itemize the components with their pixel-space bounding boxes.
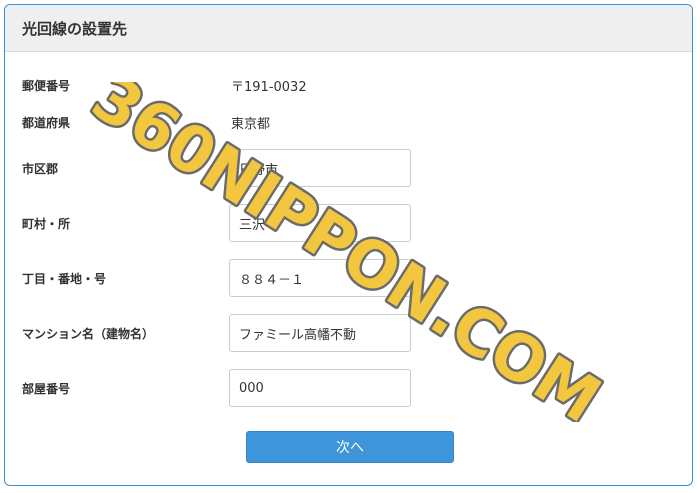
city-input[interactable]: [229, 149, 411, 187]
city-label: 市区郡: [22, 162, 59, 176]
next-button[interactable]: 次へ: [246, 431, 454, 463]
town-label: 町村・所: [22, 217, 71, 231]
postal-code-label: 郵便番号: [22, 79, 71, 93]
room-number-label: 部屋番号: [22, 382, 71, 396]
block-address-input[interactable]: [229, 259, 411, 297]
address-panel: 光回線の設置先 郵便番号 〒191-0032 都道府県 東京都 市区郡 町村・所…: [4, 4, 693, 486]
room-number-input[interactable]: [229, 369, 411, 407]
panel-header: 光回線の設置先: [5, 5, 692, 52]
page-title: 光回線の設置先: [22, 19, 128, 38]
block-address-label: 丁目・番地・号: [22, 272, 107, 286]
building-name-input[interactable]: [229, 314, 411, 352]
town-input[interactable]: [229, 204, 411, 242]
building-name-label: マンション名（建物名）: [22, 327, 155, 341]
prefecture-value: 東京都: [231, 117, 271, 132]
prefecture-label: 都道府県: [22, 116, 71, 130]
postal-code-value: 〒191-0032: [231, 80, 307, 95]
